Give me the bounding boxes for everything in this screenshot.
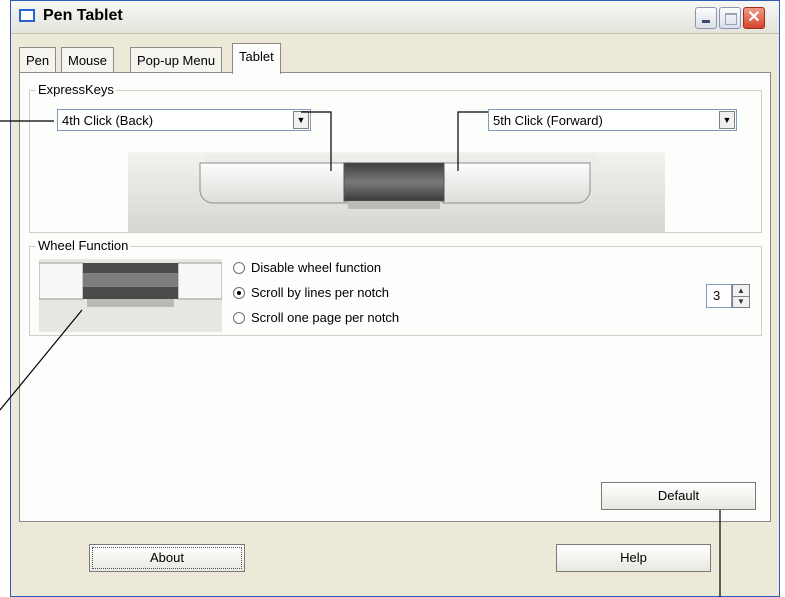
expresskeys-illustration [128, 111, 665, 232]
radio-scroll-lines[interactable]: Scroll by lines per notch [233, 285, 389, 303]
about-button[interactable]: About [89, 544, 245, 572]
stepper-down-icon[interactable]: ▼ [733, 296, 749, 307]
expresskeys-group: ExpressKeys 4th Click (Back) ▼ 5th Click… [29, 82, 762, 233]
default-button[interactable]: Default [601, 482, 756, 510]
wheel-function-group: Wheel Function Disable wheel function Sc… [29, 238, 762, 336]
wheel-illustration [39, 259, 222, 332]
close-icon[interactable]: ✕ [743, 7, 765, 29]
radio-button[interactable] [233, 312, 245, 324]
radio-disable-wheel[interactable]: Disable wheel function [233, 260, 381, 278]
lines-per-notch-value[interactable]: 3 [706, 284, 732, 308]
title-bar[interactable]: Pen Tablet ✕ [11, 1, 779, 34]
radio-scroll-page[interactable]: Scroll one page per notch [233, 310, 399, 328]
radio-disable-wheel-label: Disable wheel function [251, 260, 382, 275]
help-button[interactable]: Help [556, 544, 711, 572]
minimize-icon[interactable] [695, 7, 717, 29]
radio-button-selected[interactable] [233, 287, 245, 299]
tab-tablet[interactable]: Tablet [232, 43, 281, 74]
radio-scroll-page-label: Scroll one page per notch [251, 310, 400, 325]
maximize-icon[interactable] [719, 7, 741, 29]
tablet-tab-panel: ExpressKeys 4th Click (Back) ▼ 5th Click… [19, 72, 771, 522]
tablet-window-icon [19, 9, 35, 22]
tab-popup-menu[interactable]: Pop-up Menu [130, 47, 223, 73]
window-title: Pen Tablet [43, 7, 123, 24]
tab-pen[interactable]: Pen [19, 47, 57, 73]
lines-per-notch-stepper[interactable]: 3 ▲ ▼ [706, 284, 750, 308]
radio-button[interactable] [233, 262, 245, 274]
radio-scroll-lines-label: Scroll by lines per notch [251, 285, 390, 300]
stepper-buttons: ▲ ▼ [732, 284, 750, 308]
pen-tablet-window: Pen Tablet ✕ Pen Mouse Pop-up Menu Table… [10, 0, 780, 597]
tab-mouse[interactable]: Mouse [61, 47, 115, 73]
wheel-function-group-label: Wheel Function [36, 238, 131, 253]
